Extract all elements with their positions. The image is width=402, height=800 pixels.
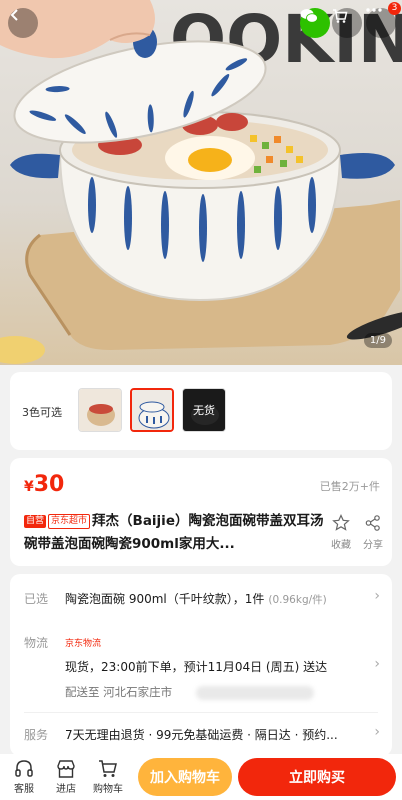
price: ¥30 bbox=[24, 472, 64, 497]
variant-thumb-2[interactable] bbox=[130, 388, 174, 432]
customer-service-label: 客服 bbox=[14, 784, 34, 795]
chevron-right-icon: › bbox=[374, 724, 380, 740]
divider bbox=[24, 712, 378, 713]
product-image-gallery[interactable]: OOKIN 3 1/9 bbox=[0, 0, 402, 365]
bowl-photo: OOKIN bbox=[0, 0, 402, 364]
favorite-label: 收藏 bbox=[331, 540, 351, 551]
variant-image bbox=[132, 390, 172, 430]
sold-count: 已售2万+件 bbox=[319, 480, 380, 493]
jd-supermarket-tag: 京东超市 bbox=[48, 514, 91, 529]
jd-logistics-tag: 京东物流 bbox=[65, 639, 102, 649]
customer-service-button[interactable]: 客服 bbox=[4, 758, 44, 795]
variant-thumb-1[interactable] bbox=[78, 388, 122, 432]
variant-selector: 3色可选 无货 bbox=[10, 372, 392, 450]
back-button[interactable] bbox=[8, 8, 38, 38]
add-to-cart-button[interactable]: 加入购物车 bbox=[138, 758, 232, 796]
selected-value-text: 陶瓷泡面碗 900ml（千叶纹款），1件 bbox=[65, 592, 265, 606]
selected-weight: (0.96kg/件) bbox=[268, 594, 327, 606]
store-button[interactable]: 进店 bbox=[46, 758, 86, 795]
service-value: 7天无理由退货 · 99元免基础运费 · 隔日达 · 预约... bbox=[65, 728, 338, 742]
variant-count-label: 3色可选 bbox=[22, 406, 62, 419]
service-label: 服务 bbox=[24, 728, 49, 742]
image-counter: 1/9 bbox=[363, 333, 392, 348]
wechat-icon bbox=[300, 9, 318, 23]
cart-icon bbox=[99, 760, 117, 777]
star-icon bbox=[332, 514, 350, 531]
bottom-action-bar: 客服 进店 购物车 加入购物车 立即购买 bbox=[0, 754, 402, 800]
selected-label: 已选 bbox=[24, 592, 49, 606]
store-label: 进店 bbox=[56, 784, 76, 795]
self-operated-tag: 自营 bbox=[24, 515, 47, 528]
cart-nav-button[interactable]: 购物车 bbox=[88, 758, 128, 795]
favorite-button[interactable]: 收藏 bbox=[326, 514, 356, 551]
price-value: 30 bbox=[33, 472, 65, 497]
store-icon bbox=[57, 760, 75, 778]
chevron-right-icon: › bbox=[374, 656, 380, 672]
buy-now-button[interactable]: 立即购买 bbox=[238, 758, 396, 796]
variant-image bbox=[79, 389, 121, 431]
ship-to-address: 配送至 河北石家庄市 bbox=[65, 685, 173, 699]
product-info-card: ¥30 已售2万+件 自营 京东超市 拜杰（Baijie）陶瓷泡面碗带盖双耳汤碗带盖… bbox=[10, 458, 392, 566]
cart-nav-label: 购物车 bbox=[93, 784, 123, 795]
cart-count-badge: 3 bbox=[388, 2, 401, 15]
currency-symbol: ¥ bbox=[24, 479, 34, 495]
product-title: 自营 京东超市 拜杰（Baijie）陶瓷泡面碗带盖双耳汤碗带盖泡面碗陶瓷900ml家… bbox=[24, 510, 324, 556]
more-icon bbox=[366, 8, 382, 12]
logistics-label: 物流 bbox=[24, 636, 49, 650]
share-button[interactable]: 分享 bbox=[358, 514, 388, 551]
chevron-right-icon: › bbox=[374, 588, 380, 604]
cart-button[interactable] bbox=[332, 8, 362, 38]
back-icon bbox=[10, 9, 18, 21]
headset-icon bbox=[15, 760, 33, 777]
selected-value: 陶瓷泡面碗 900ml（千叶纹款），1件 (0.96kg/件) bbox=[65, 590, 327, 607]
logistics-value: 现货，23:00前下单，预计11月04日 (周五) 送达 bbox=[65, 660, 328, 674]
wechat-share-button[interactable] bbox=[300, 8, 330, 38]
cart-icon bbox=[333, 9, 348, 23]
share-label: 分享 bbox=[363, 540, 383, 551]
blurred-address bbox=[196, 686, 314, 700]
purchase-details-card: 已选 陶瓷泡面碗 900ml（千叶纹款），1件 (0.96kg/件) › 物流 京… bbox=[10, 574, 392, 756]
out-of-stock-label: 无货 bbox=[183, 389, 225, 431]
variant-thumb-3[interactable]: 无货 bbox=[182, 388, 226, 432]
share-icon bbox=[365, 515, 380, 531]
